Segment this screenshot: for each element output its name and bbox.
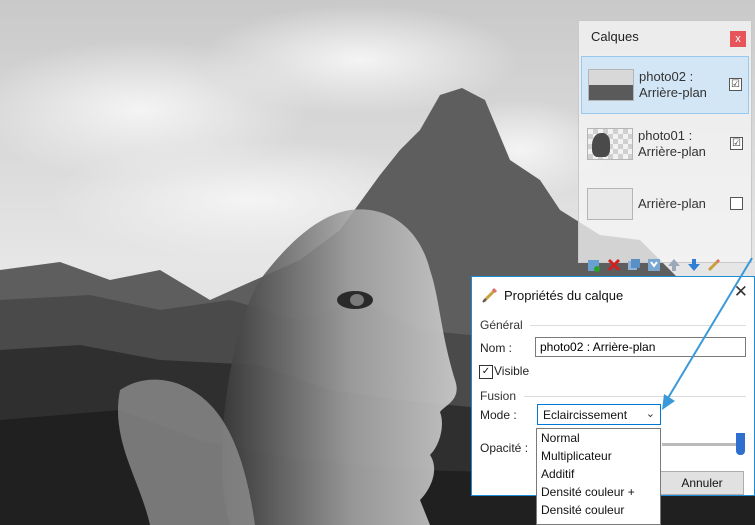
layer-thumbnail [587,128,633,160]
divider [530,325,746,326]
blend-mode-option[interactable]: Densité couleur + [537,483,660,501]
merge-down-icon[interactable] [647,258,661,272]
layer-thumbnail [588,69,634,101]
blend-mode-option[interactable]: Normal [537,429,660,447]
layer-row-photo02[interactable]: photo02 : Arrière-plan ☑ [581,56,749,114]
layer-name: photo01 : Arrière-plan [638,128,706,159]
dialog-close-button[interactable]: ✕ [734,283,748,301]
fusion-group-label: Fusion [480,389,521,403]
delete-layer-icon[interactable] [607,258,621,272]
blend-mode-dropdown-list: Normal Multiplicateur Additif Densité co… [536,428,661,525]
move-up-icon[interactable] [667,258,681,272]
opacity-slider-thumb[interactable] [736,433,745,455]
chevron-down-icon: ⌄ [645,408,655,420]
layer-name: Arrière-plan [638,196,706,211]
layers-panel: Calques x photo02 : Arrière-plan ☑ photo… [578,20,752,272]
move-down-icon[interactable] [687,258,701,272]
blend-mode-option[interactable]: Additif [537,465,660,483]
layer-thumbnail [587,188,633,220]
layer-row-photo01[interactable]: photo01 : Arrière-plan ☑ [581,116,749,174]
blend-mode-select[interactable]: Eclaircissement ⌄ [537,404,661,425]
divider [524,396,746,397]
visible-label: Visible [494,364,530,378]
layer-visibility-checkbox[interactable] [730,197,743,210]
layer-properties-icon[interactable] [707,258,721,272]
layer-properties-icon [481,286,499,304]
layer-name: photo02 : Arrière-plan [639,69,707,100]
blend-mode-option[interactable]: Multiplicateur [537,447,660,465]
name-label: Nom : [480,341,513,355]
mode-label: Mode : [480,408,517,422]
opacity-slider-track[interactable] [662,443,742,446]
blend-mode-value: Eclaircissement [543,408,628,422]
blend-mode-option[interactable]: Densité couleur [537,501,660,519]
general-group-label: Général [480,318,527,332]
add-layer-icon[interactable] [587,258,601,272]
dialog-title: Propriétés du calque [504,288,624,303]
layer-row-background[interactable]: Arrière-plan [581,176,749,234]
duplicate-layer-icon[interactable] [627,258,641,272]
opacity-label: Opacité : [480,441,529,455]
visible-checkbox[interactable]: ✓ [479,365,493,379]
layer-name-input[interactable] [535,337,746,357]
layers-panel-title: Calques [591,29,639,44]
layer-visibility-checkbox[interactable]: ☑ [729,78,742,91]
cancel-button[interactable]: Annuler [660,471,744,495]
layers-close-button[interactable]: x [730,31,746,47]
layer-visibility-checkbox[interactable]: ☑ [730,137,743,150]
